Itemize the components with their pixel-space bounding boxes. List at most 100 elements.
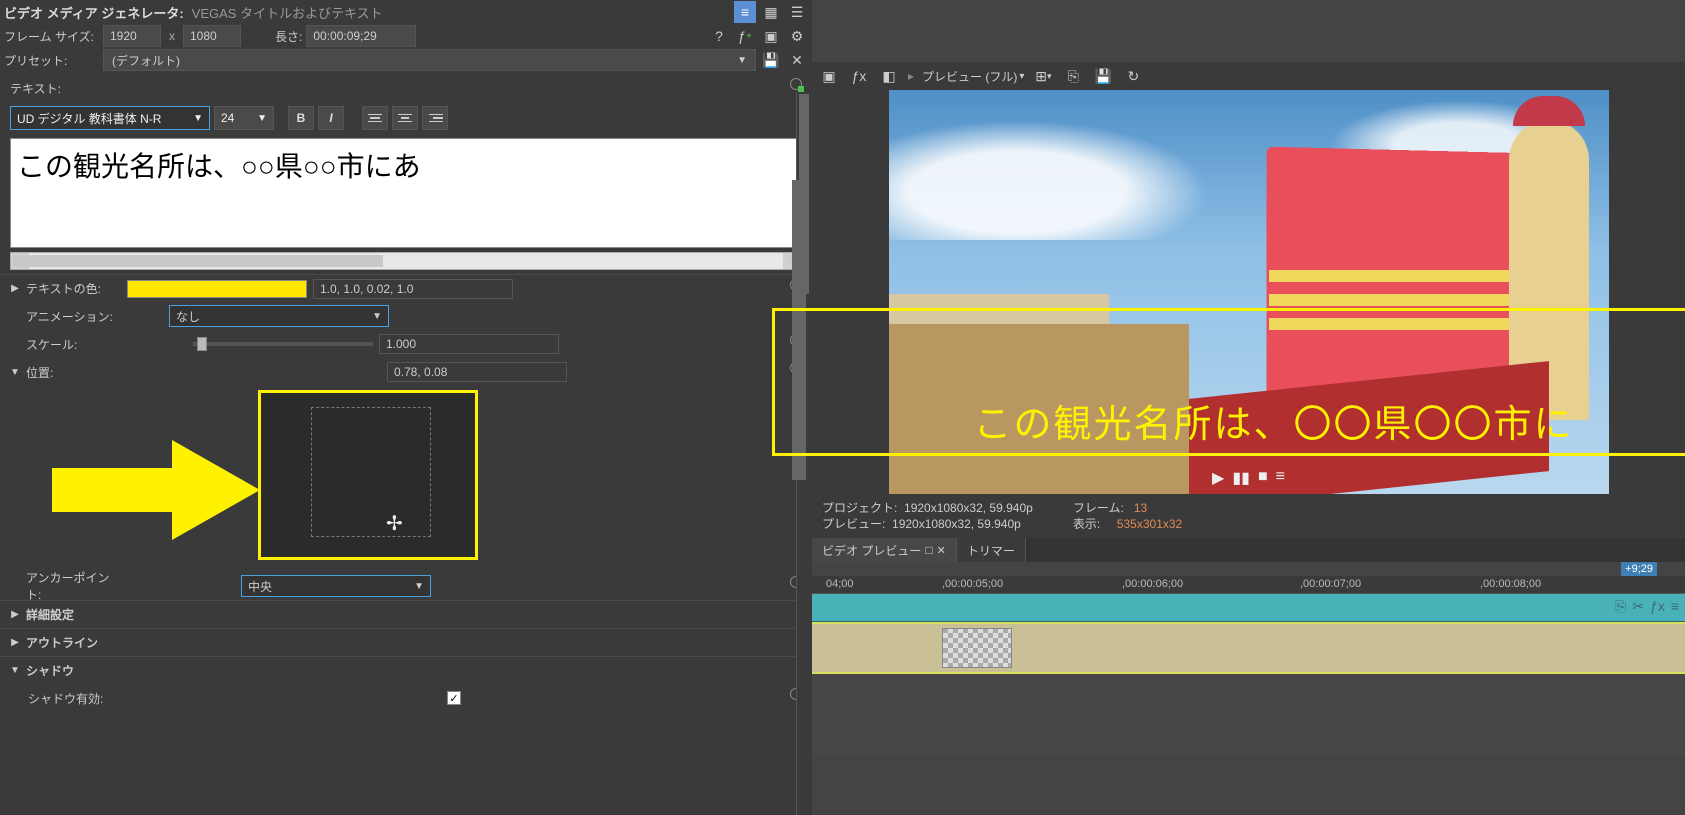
help-icon[interactable]: ? <box>708 25 730 47</box>
pause-icon[interactable]: ▮▮ <box>1232 468 1250 488</box>
preview-quality-dropdown[interactable]: プレビュー (フル) ▾ <box>922 68 1024 85</box>
track-crop-icon[interactable]: ✂ <box>1632 598 1644 615</box>
preview-subtitle-text: この観光名所は、〇〇県〇〇市に <box>974 393 1574 448</box>
fx-icon[interactable]: ƒx <box>848 65 870 87</box>
outline-label: アウトライン <box>26 634 121 651</box>
text-color-rgba[interactable]: 1.0, 1.0, 0.02, 1.0 <box>313 279 513 299</box>
gear-icon[interactable]: ⚙ <box>786 25 808 47</box>
video-preview: この観光名所は、〇〇県〇〇市に ▶ ▮▮ ■ ≡ <box>812 90 1685 494</box>
cursor-time-marker[interactable]: +9;29 <box>1621 562 1657 576</box>
media-generator-panel: ビデオ メディア ジェネレータ: VEGAS タイトルおよびテキスト ≡ ▦ ☰… <box>0 0 812 815</box>
stop-icon[interactable]: ■ <box>1258 468 1268 488</box>
info-left: プロジェクト: 1920x1080x32, 59.940p プレビュー: 192… <box>822 500 1033 532</box>
timeline-event[interactable] <box>812 622 1685 674</box>
timeline-track-header[interactable]: ⎘ ✂ ƒx ≡ <box>812 594 1685 622</box>
track-menu-icon[interactable]: ≡ <box>1671 598 1679 615</box>
collapse-icon[interactable]: ▼ <box>10 665 20 676</box>
align-center-button[interactable] <box>392 106 418 130</box>
preview-tool-icon[interactable]: ▣ <box>818 65 840 87</box>
pin-icon[interactable]: □ <box>925 543 932 557</box>
view-grid-icon[interactable]: ▦ <box>760 1 782 23</box>
position-value[interactable]: 0.78, 0.08 <box>387 362 567 382</box>
chevron-down-icon: ▼ <box>737 55 747 66</box>
shadow-enable-label: シャドウ有効: <box>10 690 105 707</box>
preset-label: プリセット: <box>4 52 99 69</box>
scale-label: スケール: <box>26 336 121 353</box>
text-hscrollbar[interactable]: ◀ ▶ <box>10 252 802 270</box>
fx-icon[interactable]: ƒ+ <box>734 25 756 47</box>
save-snapshot-icon[interactable]: 💾 <box>1092 65 1114 87</box>
scroll-thumb[interactable] <box>13 255 383 267</box>
preview-toolbar: ▣ ƒx ◧ ▸ プレビュー (フル) ▾ ⊞ ▾ ⎘ 💾 ↻ <box>812 62 1685 90</box>
advanced-section-header[interactable]: ▶ 詳細設定 <box>0 600 812 628</box>
position-crosshair-icon[interactable]: ✢ <box>386 511 403 536</box>
bold-button[interactable]: B <box>288 106 314 130</box>
expand-icon[interactable]: ▶ <box>10 609 20 620</box>
menu-icon[interactable]: ≡ <box>1276 468 1285 488</box>
slider-thumb[interactable] <box>197 337 207 351</box>
preview-label: プレビュー: <box>822 517 885 531</box>
expand-icon[interactable]: ▶ <box>10 283 20 294</box>
collapse-icon[interactable]: ▼ <box>10 367 20 378</box>
copy-icon[interactable]: ⎘ <box>1062 65 1084 87</box>
frame-label: フレーム: <box>1073 501 1124 515</box>
shadow-section-header[interactable]: ▼ シャドウ <box>0 656 812 684</box>
anchor-dropdown[interactable]: 中央 ▼ <box>241 575 431 597</box>
refresh-icon[interactable]: ↻ <box>1122 65 1144 87</box>
x-separator: x <box>165 29 179 43</box>
close-icon[interactable]: ✕ <box>937 544 946 557</box>
expand-icon[interactable]: ▶ <box>10 637 20 648</box>
preset-value: (デフォルト) <box>112 52 180 69</box>
shadow-enable-checkbox[interactable]: ✓ <box>447 691 461 705</box>
length-input[interactable] <box>306 25 416 47</box>
text-color-swatch[interactable] <box>127 280 307 298</box>
save-preset-icon[interactable]: 💾 <box>760 49 782 71</box>
event-thumbnail <box>942 628 1012 668</box>
text-content: この観光名所は、○○県○○市にあ <box>17 151 421 182</box>
grid-icon[interactable]: ⊞ ▾ <box>1032 65 1054 87</box>
frame-width-input[interactable] <box>103 25 161 47</box>
delete-preset-icon[interactable]: ✕ <box>786 49 808 71</box>
scale-slider[interactable] <box>193 334 373 354</box>
font-size-value: 24 <box>221 111 234 125</box>
frame-size-label: フレーム サイズ: <box>4 28 99 45</box>
text-content-area[interactable]: この観光名所は、○○県○○市にあ <box>10 138 802 248</box>
position-safe-area <box>311 407 431 537</box>
timeline-ruler[interactable]: 04;00 ,00:00:05;00 ,00:00:06;00 ,00:00:0… <box>812 576 1685 594</box>
anchor-label: アンカーポイント: <box>26 569 121 603</box>
animation-label: アニメーション: <box>26 308 121 325</box>
splitter-handle[interactable] <box>792 180 806 480</box>
frame-height-input[interactable] <box>183 25 241 47</box>
animation-value: なし <box>176 308 200 325</box>
view-tree-icon[interactable]: ☰ <box>786 1 808 23</box>
italic-button[interactable]: I <box>318 106 344 130</box>
position-label: 位置: <box>26 364 121 381</box>
annotation-arrow <box>52 440 260 540</box>
outline-section-header[interactable]: ▶ アウトライン <box>0 628 812 656</box>
split-icon[interactable]: ◧ <box>878 65 900 87</box>
text-label: テキスト: <box>10 80 61 97</box>
preview-frame: この観光名所は、〇〇県〇〇市に ▶ ▮▮ ■ ≡ <box>889 90 1609 494</box>
chevron-down-icon: ▼ <box>414 581 424 592</box>
align-left-button[interactable] <box>362 106 388 130</box>
font-dropdown[interactable]: UD デジタル 教科書体 N-R ▼ <box>10 106 210 130</box>
tab-video-preview[interactable]: ビデオ プレビュー □ ✕ <box>812 538 957 562</box>
scale-value[interactable]: 1.000 <box>379 334 559 354</box>
play-icon[interactable]: ▶ <box>1212 468 1224 488</box>
preset-dropdown[interactable]: (デフォルト) ▼ <box>103 49 756 71</box>
animation-dropdown[interactable]: なし ▼ <box>169 305 389 327</box>
position-canvas[interactable]: ✢ <box>258 390 478 560</box>
text-format-toolbar: UD デジタル 教科書体 N-R ▼ 24 ▼ B I <box>0 102 812 134</box>
animation-row: アニメーション: なし ▼ <box>0 302 812 330</box>
track-fx-icon[interactable]: ⎘ <box>1615 598 1626 615</box>
chevron-down-icon: ▼ <box>257 113 267 124</box>
ruler-tick: ,00:00:06;00 <box>1122 578 1183 590</box>
animate-toggle-text[interactable] <box>790 78 802 90</box>
view-list-icon[interactable]: ≡ <box>734 1 756 23</box>
frame-value: 13 <box>1134 501 1147 515</box>
align-right-button[interactable] <box>422 106 448 130</box>
tab-trimmer[interactable]: トリマー <box>957 538 1026 562</box>
region-icon[interactable]: ▣ <box>760 25 782 47</box>
font-size-dropdown[interactable]: 24 ▼ <box>214 106 274 130</box>
track-fx2-icon[interactable]: ƒx <box>1650 598 1665 615</box>
